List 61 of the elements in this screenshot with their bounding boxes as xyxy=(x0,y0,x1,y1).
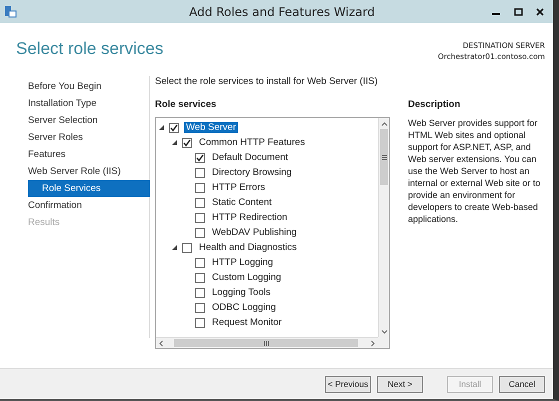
nav-item[interactable]: Confirmation xyxy=(28,197,150,214)
maximize-icon xyxy=(514,8,522,16)
wizard-button[interactable]: < Previous xyxy=(325,376,371,392)
scroll-right-icon[interactable] xyxy=(370,340,376,346)
close-icon xyxy=(536,8,544,16)
tree-item[interactable]: Logging Tools xyxy=(210,287,272,298)
tree-item[interactable]: ODBC Logging xyxy=(210,302,278,313)
checkbox[interactable] xyxy=(195,168,205,178)
nav-item[interactable]: Before You Begin xyxy=(28,78,150,95)
nav-item[interactable]: Web Server Role (IIS) xyxy=(28,163,150,180)
nav-item[interactable]: Role Services xyxy=(28,180,150,197)
grip-icon xyxy=(264,340,268,346)
nav-item[interactable]: Features xyxy=(28,146,150,163)
scroll-down-icon[interactable] xyxy=(380,329,388,335)
checkbox[interactable] xyxy=(195,198,205,208)
wizard-button[interactable]: Next > xyxy=(377,376,423,392)
checkbox[interactable] xyxy=(195,258,205,268)
description-heading: Description xyxy=(408,99,462,112)
scroll-thumb[interactable] xyxy=(380,129,388,185)
expand-arrow-icon[interactable] xyxy=(171,244,178,251)
wizard-button[interactable]: Cancel xyxy=(499,376,545,392)
checkbox[interactable] xyxy=(182,138,192,148)
checkbox[interactable] xyxy=(195,212,205,222)
tree-item[interactable]: Static Content xyxy=(210,197,274,208)
tree-heading: Role services xyxy=(155,99,218,112)
tree-item[interactable]: WebDAV Publishing xyxy=(210,227,299,238)
tree-item[interactable]: Request Monitor xyxy=(210,317,284,328)
vertical-scrollbar[interactable] xyxy=(378,118,389,337)
checkbox[interactable] xyxy=(195,318,205,328)
tree-item[interactable]: Custom Logging xyxy=(210,272,284,283)
nav-item[interactable]: Server Selection xyxy=(28,112,150,129)
checkbox[interactable] xyxy=(195,152,205,162)
grip-icon xyxy=(382,154,386,160)
tree-item[interactable]: Common HTTP Features xyxy=(197,137,307,148)
checkbox[interactable] xyxy=(195,182,205,192)
nav-item[interactable]: Server Roles xyxy=(28,129,150,146)
checkbox[interactable] xyxy=(195,228,205,238)
scroll-up-icon[interactable] xyxy=(380,121,388,127)
tree-item[interactable]: Web Server xyxy=(184,122,238,133)
expand-arrow-icon[interactable] xyxy=(158,124,165,131)
tree-item[interactable]: HTTP Logging xyxy=(210,257,276,268)
instruction-text: Select the role services to install for Web Server (IIS) xyxy=(155,76,379,88)
server-icon xyxy=(4,5,17,18)
scroll-left-icon[interactable] xyxy=(158,340,164,346)
checkbox[interactable] xyxy=(195,272,205,282)
horizontal-scrollbar[interactable] xyxy=(156,337,378,348)
scroll-thumb[interactable] xyxy=(174,339,358,347)
tree-item[interactable]: Health and Diagnostics xyxy=(197,242,299,253)
tree-item[interactable]: HTTP Redirection xyxy=(210,212,290,223)
tree-item[interactable]: Default Document xyxy=(210,152,290,163)
checkbox[interactable] xyxy=(195,288,205,298)
window-title: Add Roles and Features Wizard xyxy=(188,4,376,18)
expand-arrow-icon[interactable] xyxy=(171,139,178,146)
checkbox[interactable] xyxy=(182,242,192,252)
tree-item[interactable]: Directory Browsing xyxy=(210,167,294,178)
checkbox[interactable] xyxy=(169,122,179,132)
description-text: Web Server provides support for HTML Web sites and optional support for ASP.NET, ASP, and Web server extensions. You can use the Web Server to host an internal or external Web site or to provide an environment for developers to create Web-based applications. xyxy=(408,117,542,225)
nav-item[interactable]: Installation Type xyxy=(28,95,150,112)
tree-item[interactable]: HTTP Errors xyxy=(210,182,268,193)
checkbox[interactable] xyxy=(195,302,205,312)
page-title: Select role services xyxy=(16,39,164,59)
